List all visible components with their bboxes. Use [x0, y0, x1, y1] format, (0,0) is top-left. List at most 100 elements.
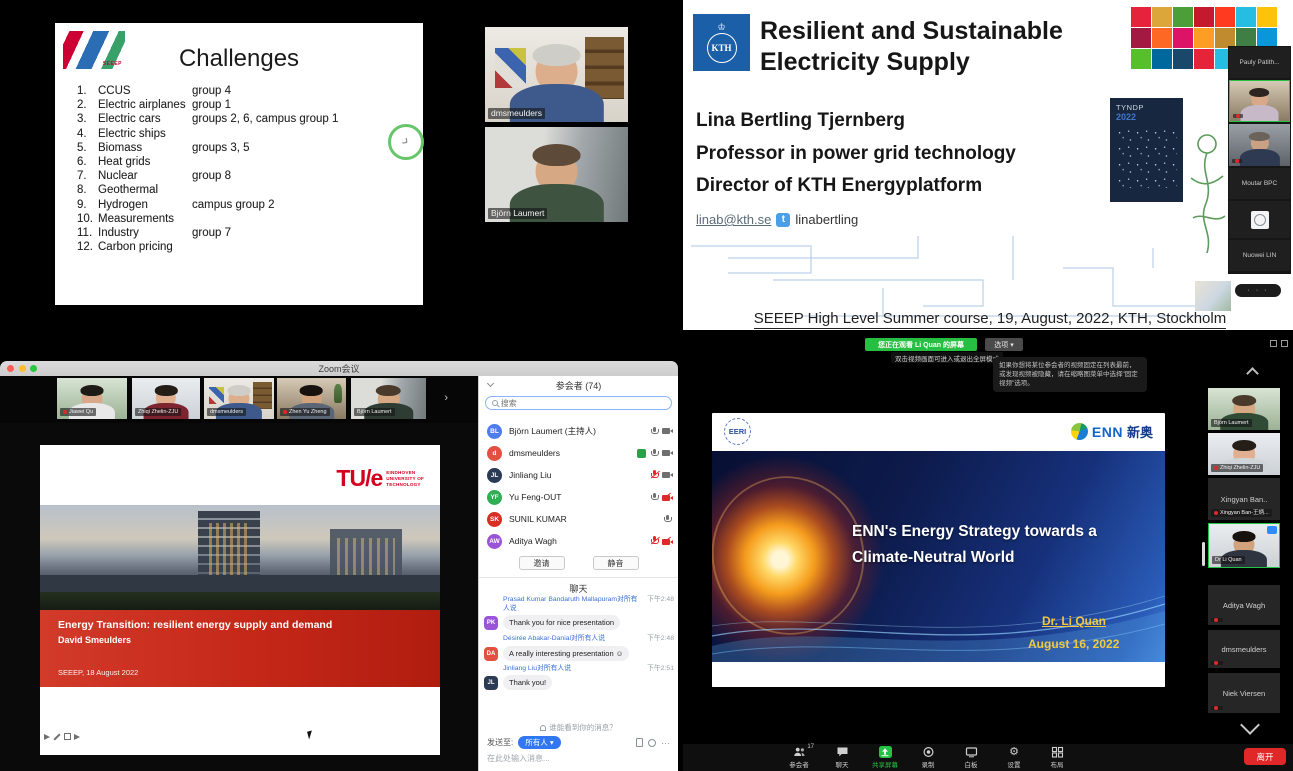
item-group: group 7 — [192, 227, 231, 239]
video-tile[interactable]: Zhen Yu Zheng — [277, 378, 346, 419]
chat-send-row: 发送至: 所有人 ▾ — [487, 736, 670, 749]
participant-video-tile[interactable]: Zhiqi Zhelin-ZJU — [1208, 433, 1280, 475]
message-time: 下午2:48 — [647, 635, 674, 644]
minimize-window-icon[interactable] — [19, 365, 26, 372]
chat-avatar: JL — [484, 676, 498, 690]
sdg-tile — [1173, 7, 1193, 27]
participant-name-tile[interactable]: dmsmeulders — [1208, 630, 1280, 668]
video-tile[interactable]: Zhiqi Zhelin-ZJU — [132, 378, 200, 419]
item-number: 8. — [77, 184, 98, 196]
muted-mic-icon — [1214, 466, 1218, 470]
participant-row[interactable]: AW Aditya Wagh — [479, 530, 678, 552]
next-slide-button[interactable]: › — [388, 124, 424, 160]
participant-name-label — [1233, 114, 1243, 118]
video-tile-bjorn-laumert[interactable]: Björn Laumert — [485, 127, 628, 222]
participant-name-label: dmsmeulders — [488, 108, 545, 119]
participant-row[interactable]: SK SUNIL KUMAR — [479, 508, 678, 530]
video-filmstrip: Jiawei Qu Zhiqi Zhelin-ZJU dmsmeulders Z… — [0, 376, 478, 423]
meeting-toolbar: 17 参会者 聊天 共享屏幕 录制 白板 ⚙ 设置 — [683, 744, 1293, 771]
floating-thumbnail[interactable] — [1195, 281, 1231, 311]
toolbar-layout[interactable]: 布局 — [1044, 746, 1070, 769]
slide-speaker: Dr. Li Quan — [1042, 614, 1106, 628]
chat-message-header: 下午2:48 Désirée Abakar-Danial对所有人说 — [503, 635, 674, 644]
video-tile[interactable]: Björn Laumert — [351, 378, 426, 419]
participant-row[interactable]: YF Yu Feng-OUT — [479, 486, 678, 508]
strip-scroll-down[interactable] — [1243, 718, 1257, 737]
participant-search[interactable] — [485, 396, 672, 410]
participant-video-tile[interactable]: Björn Laumert — [1208, 388, 1280, 430]
chat-message-input[interactable] — [487, 754, 670, 763]
emoji-icon[interactable] — [648, 739, 656, 747]
annotation-toolbar[interactable] — [44, 733, 80, 740]
file-icon[interactable] — [636, 738, 643, 747]
participant-row[interactable]: JL Jinliang Liu — [479, 464, 678, 486]
strip-scrollbar[interactable] — [1202, 542, 1205, 566]
toolbar-label: 录制 — [922, 759, 935, 769]
toolbar-settings[interactable]: ⚙ 设置 — [1001, 746, 1027, 769]
strip-scroll-up[interactable] — [1248, 365, 1257, 383]
sdg-tile — [1236, 28, 1256, 48]
slide-header: EERI ENN 新奥 — [712, 413, 1165, 451]
pointer-tool-icon[interactable] — [44, 734, 50, 740]
fullscreen-icon[interactable] — [1281, 340, 1288, 347]
participant-name-tile[interactable]: Aditya Wagh — [1208, 585, 1280, 625]
participant-name-label: Zhiqi Zhelin-ZJU — [135, 408, 181, 416]
video-tile-dmsmeulders[interactable]: dmsmeulders — [485, 27, 628, 122]
toolbar-participants[interactable]: 17 参会者 — [786, 746, 812, 769]
participant-video-tile[interactable] — [1229, 80, 1290, 122]
close-window-icon[interactable] — [7, 365, 14, 372]
toolbar-label: 设置 — [1008, 759, 1021, 769]
sdg-tile — [1257, 7, 1277, 27]
footer-text: SEEEP High Level Summer course, 19, Augu… — [754, 310, 1226, 329]
toolbar-whiteboard[interactable]: 白板 — [958, 746, 984, 769]
search-input[interactable] — [501, 399, 665, 408]
send-target-dropdown[interactable]: 所有人 ▾ — [518, 736, 560, 749]
maximize-window-icon[interactable] — [30, 365, 37, 372]
tooltip-large: 如果你想将某位参会者的视频固定在列表最前，或发现视频被隐藏，请在缩略图菜单中选择… — [993, 357, 1147, 392]
participant-row[interactable]: d dmsmeulders — [479, 442, 678, 464]
chat-title: 聊天 — [569, 582, 587, 595]
leave-meeting-button[interactable]: 离开 — [1244, 748, 1286, 765]
sdg-tile — [1131, 28, 1151, 48]
item-label: CCUS — [98, 85, 192, 97]
toolbar-label: 聊天 — [836, 759, 849, 769]
participant-name-tile[interactable]: Niek Viersen — [1208, 673, 1280, 713]
participant-name-tile[interactable]: Nuowei LIN — [1229, 240, 1290, 271]
participant-avatar-tile[interactable] — [1229, 201, 1290, 238]
participant-video-tile-active[interactable]: Dr Li Quan — [1208, 523, 1280, 568]
sdg-tile — [1257, 28, 1277, 48]
participant-row[interactable]: BL Björn Laumert (主持人) — [479, 420, 678, 442]
participant-name-label: Xingyan Ban-王炳... — [1211, 509, 1272, 517]
video-tile[interactable]: Jiawei Qu — [57, 378, 127, 419]
video-tile-active-speaker[interactable]: dmsmeulders — [204, 378, 274, 419]
muted-mic-icon — [1214, 661, 1218, 665]
forward-tool-icon[interactable] — [74, 734, 80, 740]
view-options-button[interactable]: 选项 ▾ — [985, 338, 1023, 351]
filmstrip-next-icon[interactable]: › — [444, 392, 448, 404]
toolbar-share-screen[interactable]: 共享屏幕 — [872, 746, 898, 769]
minimize-icon[interactable] — [1270, 340, 1277, 347]
participant-name-tile[interactable]: Pauly Patith... — [1229, 47, 1290, 78]
collapse-icon[interactable] — [487, 380, 494, 387]
toolbar-record[interactable]: 录制 — [915, 746, 941, 769]
slide-footer — [712, 662, 1165, 687]
participant-name-tile[interactable]: Xingyan Ban.. Xingyan Ban-王炳... — [1208, 478, 1280, 520]
message-sender: Jinliang Liu对所有人说 — [503, 665, 571, 672]
decor-artwork — [495, 48, 526, 88]
slide-title-line1: ENN's Energy Strategy towards a — [852, 523, 1097, 541]
status-icons — [664, 515, 670, 524]
pen-tool-icon[interactable] — [53, 733, 60, 740]
enn-logo: ENN 新奥 — [1071, 422, 1153, 441]
mic-icon — [651, 493, 657, 502]
participant-name: SUNIL KUMAR — [509, 514, 657, 524]
mac-titlebar[interactable]: Zoom会议 — [0, 361, 678, 376]
floating-controls-pill[interactable]: · · · — [1235, 284, 1281, 297]
participant-name: Yu Feng-OUT — [509, 492, 644, 502]
participant-name-tile[interactable]: Moutar BPC — [1229, 168, 1290, 199]
participant-video-tile[interactable] — [1229, 124, 1290, 166]
shape-tool-icon[interactable] — [64, 733, 71, 740]
mute-button[interactable]: 静音 — [593, 556, 639, 570]
invite-button[interactable]: 邀请 — [519, 556, 565, 570]
toolbar-chat[interactable]: 聊天 — [829, 746, 855, 769]
item-label: Biomass — [98, 142, 192, 154]
